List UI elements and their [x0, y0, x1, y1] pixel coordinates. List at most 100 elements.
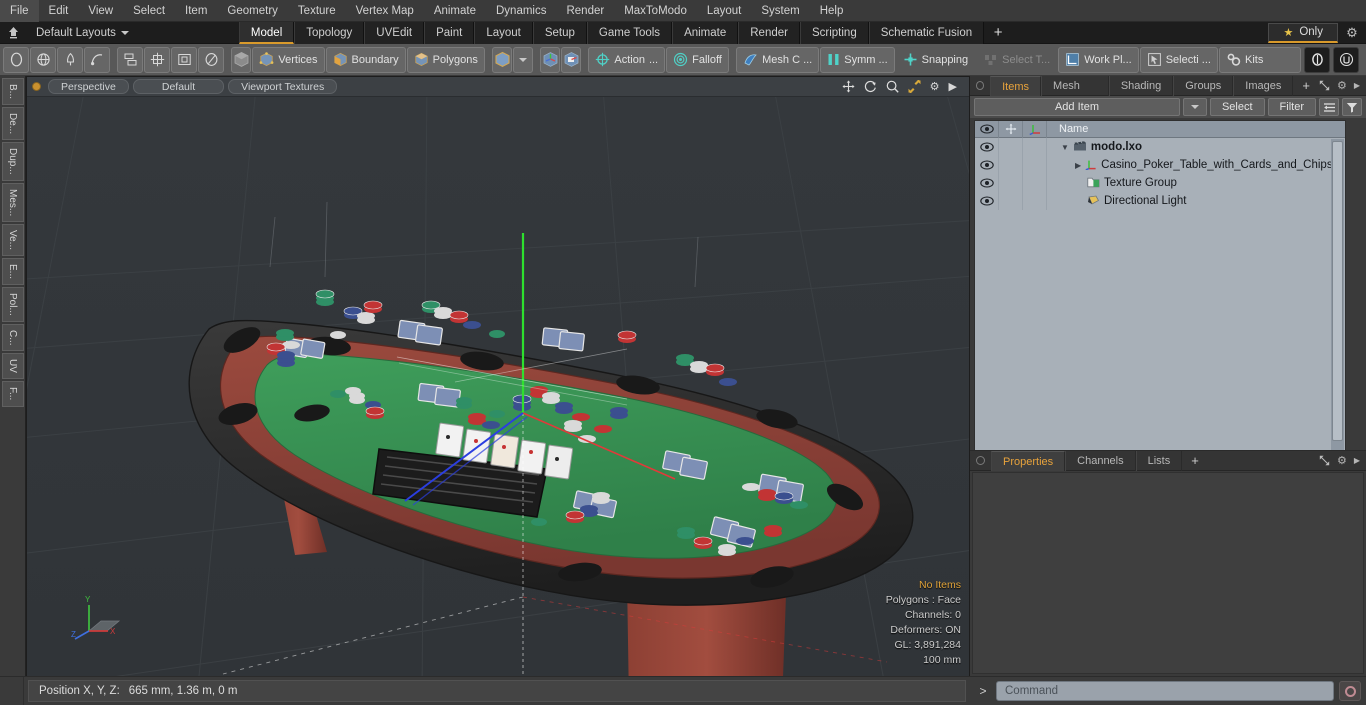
left-tab-edge[interactable]: E... [1, 258, 24, 286]
viewport-projection-dropdown[interactable]: Perspective [48, 79, 129, 94]
add-item-button[interactable]: Add Item [974, 98, 1180, 116]
tab-mesh-ops[interactable]: Mesh Ops [1041, 75, 1109, 112]
gear-icon[interactable]: ⚙ [1337, 454, 1347, 467]
move-icon[interactable] [842, 80, 855, 93]
tab-topology[interactable]: Topology [294, 21, 365, 44]
filter-funnel-icon[interactable] [1342, 98, 1362, 116]
row-visibility-toggle[interactable] [975, 174, 999, 192]
list-options-icon[interactable] [1319, 98, 1339, 116]
item-row-directional-light[interactable]: Directional Light [1047, 195, 1345, 207]
tab-layout[interactable]: Layout [474, 21, 533, 44]
add-layout-tab-button[interactable]: + [984, 22, 1012, 44]
record-icon[interactable] [1339, 681, 1361, 701]
viewport-style-dropdown[interactable]: Default [132, 79, 225, 94]
menu-item-edit[interactable]: Edit [39, 0, 79, 22]
pen-icon[interactable] [57, 46, 83, 73]
row-axis-cell[interactable] [1023, 174, 1047, 192]
left-tab-deform[interactable]: De... [1, 107, 24, 141]
menu-item-view[interactable]: View [78, 0, 123, 22]
axis-cube-a-icon[interactable] [540, 46, 561, 73]
mirror-icon[interactable] [117, 46, 144, 73]
box-icon[interactable] [171, 46, 198, 73]
cube-grey-icon[interactable] [231, 46, 252, 73]
curve-icon[interactable] [84, 46, 110, 73]
menu-item-file[interactable]: File [0, 0, 39, 22]
tab-animate[interactable]: Animate [672, 21, 739, 44]
menu-item-vertex-map[interactable]: Vertex Map [346, 0, 424, 22]
left-tab-mesh-edit[interactable]: Mes... [1, 182, 24, 223]
left-tab-vertex[interactable]: Ve... [1, 224, 24, 257]
row-visibility-toggle[interactable] [975, 156, 999, 174]
gear-icon[interactable]: ⚙ [1337, 79, 1347, 92]
ellipse-icon[interactable] [198, 46, 225, 73]
cube-gold-icon[interactable] [492, 46, 513, 73]
scrollbar-thumb[interactable] [1332, 141, 1343, 441]
selection-mode-polygons[interactable]: Polygons [406, 46, 485, 73]
tab-setup[interactable]: Setup [532, 21, 587, 44]
row-lock-cell[interactable] [999, 174, 1023, 192]
play-icon[interactable]: ▶ [949, 80, 957, 93]
unreal-logo-icon[interactable] [1333, 46, 1359, 73]
chevron-down-icon[interactable] [513, 46, 534, 73]
select-through-button[interactable]: Select T... [976, 47, 1057, 73]
gear-icon[interactable]: ⚙ [1338, 25, 1366, 41]
tab-uvedit[interactable]: UVEdit [364, 21, 425, 44]
axis-cube-b-icon[interactable] [561, 46, 582, 73]
viewport-3d-canvas[interactable]: No Items Polygons : Face Channels: 0 Def… [27, 97, 969, 676]
add-panel-tab-button[interactable]: + [1293, 76, 1319, 96]
tab-shading[interactable]: Shading [1108, 75, 1174, 96]
tab-schematic-fusion[interactable]: Schematic Fusion [868, 21, 985, 44]
menu-item-texture[interactable]: Texture [288, 0, 346, 22]
zoom-icon[interactable] [886, 80, 899, 93]
kits-button[interactable]: Kits [1219, 46, 1301, 73]
left-tab-fusion[interactable]: F... [1, 381, 24, 407]
row-axis-cell[interactable] [1023, 192, 1047, 210]
tab-paint[interactable]: Paint [424, 21, 475, 44]
row-lock-cell[interactable] [999, 156, 1023, 174]
left-tab-basic[interactable]: B... [1, 78, 24, 106]
row-lock-cell[interactable] [999, 192, 1023, 210]
panel-menu-icon[interactable] [976, 456, 985, 465]
rotate-icon[interactable] [864, 80, 877, 93]
add-item-dropdown[interactable] [1182, 98, 1207, 116]
modo-logo-icon[interactable] [1304, 46, 1330, 73]
gear-icon[interactable]: ⚙ [930, 80, 940, 93]
center-icon[interactable] [144, 46, 171, 73]
default-layouts-dropdown[interactable]: Default Layouts [26, 23, 139, 43]
left-tab-curve[interactable]: C... [1, 323, 24, 352]
item-row-texture-group[interactable]: Texture Group [1047, 177, 1345, 189]
menu-item-layout[interactable]: Layout [697, 0, 752, 22]
add-properties-tab-button[interactable]: + [1182, 451, 1208, 471]
item-list-vertical-scrollbar[interactable] [1331, 139, 1344, 496]
only-toggle-button[interactable]: ★ Only [1268, 22, 1338, 43]
table-row[interactable]: Texture Group [975, 174, 1345, 192]
menu-item-render[interactable]: Render [556, 0, 614, 22]
item-row-mesh[interactable]: ▶ Casino_Poker_Table_with_Cards_and_Chip… [1047, 159, 1345, 171]
expand-triangle-icon[interactable]: ▼ [1061, 143, 1069, 152]
panel-menu-icon[interactable] [976, 81, 985, 90]
collapse-triangle-icon[interactable]: ▶ [1075, 161, 1081, 170]
play-icon[interactable]: ▶ [1354, 456, 1360, 465]
row-visibility-toggle[interactable] [975, 138, 999, 156]
row-visibility-toggle[interactable] [975, 192, 999, 210]
row-axis-cell[interactable] [1023, 156, 1047, 174]
selection-sets-button[interactable]: Selecti ... [1139, 46, 1218, 73]
table-row[interactable]: ▶ Casino_Poker_Table_with_Cards_and_Chip… [975, 156, 1345, 174]
left-tab-duplicate[interactable]: Dup... [1, 142, 24, 181]
tab-groups[interactable]: Groups [1173, 75, 1234, 96]
left-tab-uv[interactable]: UV [1, 353, 24, 380]
menu-item-maxtomodo[interactable]: MaxToModo [614, 0, 697, 22]
selection-mode-boundary[interactable]: Boundary [325, 46, 406, 73]
tab-channels[interactable]: Channels [1065, 450, 1136, 471]
globe-icon[interactable] [30, 46, 56, 73]
menu-item-item[interactable]: Item [175, 0, 217, 22]
falloff-button[interactable]: Falloff [666, 46, 729, 73]
snapping-button[interactable]: Snapping [896, 47, 976, 73]
tab-lists[interactable]: Lists [1135, 450, 1183, 471]
selection-mode-vertices[interactable]: Vertices [252, 46, 325, 73]
left-tab-polygon[interactable]: Pol... [1, 287, 24, 322]
symmetry-button[interactable]: Symm ... [820, 46, 895, 73]
tab-game-tools[interactable]: Game Tools [586, 21, 673, 44]
menu-item-geometry[interactable]: Geometry [217, 0, 288, 22]
tab-items[interactable]: Items [990, 75, 1042, 96]
